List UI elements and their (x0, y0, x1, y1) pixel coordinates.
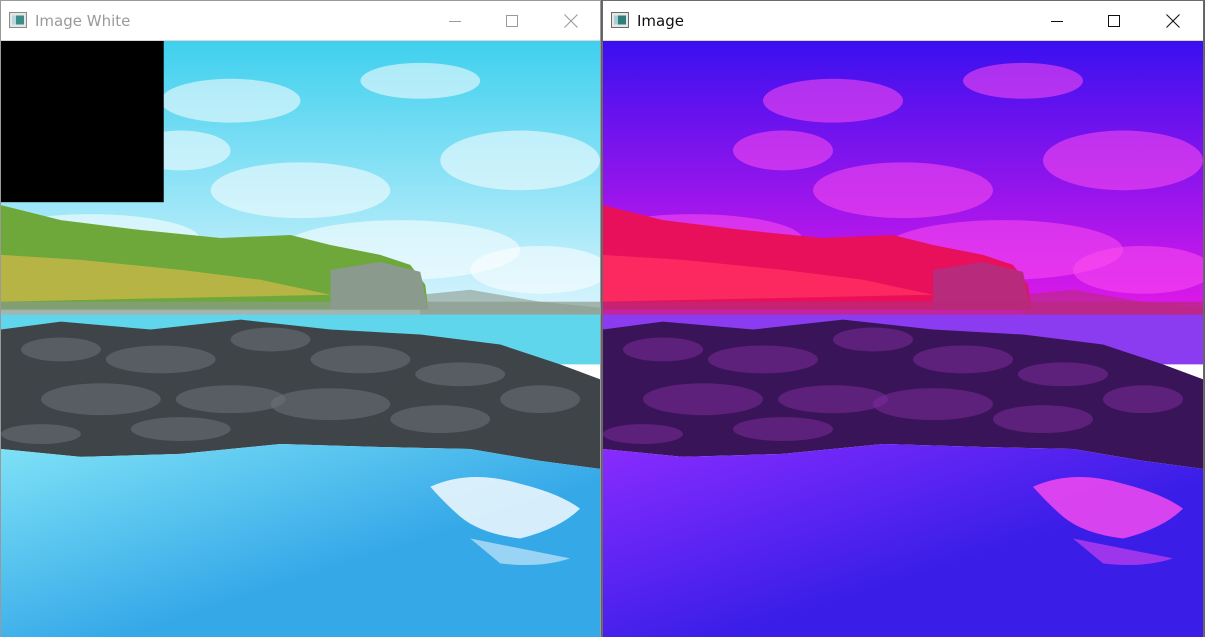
cloud (813, 162, 993, 219)
landscape-image (1, 41, 600, 637)
rock-highlight (175, 385, 286, 414)
rock-highlight (20, 337, 101, 362)
image-white-window: Image White (0, 0, 601, 637)
cloud (733, 130, 833, 171)
rock-highlight (643, 383, 763, 416)
rock-highlight (873, 388, 993, 421)
cloud (210, 162, 391, 219)
app-icon (9, 12, 27, 28)
cloud (440, 130, 600, 191)
rock-highlight (603, 424, 683, 444)
minimize-button[interactable] (426, 1, 484, 40)
window-title: Image (637, 12, 684, 30)
minimize-button[interactable] (1028, 1, 1086, 40)
rock-highlight (1103, 385, 1183, 414)
landscape-image (603, 41, 1203, 637)
image-canvas (603, 41, 1203, 637)
cloud (1043, 130, 1203, 191)
rock-highlight (833, 327, 913, 352)
close-icon (1166, 13, 1180, 28)
rock-highlight (1, 424, 81, 444)
water (1, 443, 600, 637)
close-button[interactable] (542, 1, 600, 40)
minimize-icon (1051, 20, 1063, 22)
close-button[interactable] (1144, 1, 1202, 40)
rock-highlight (993, 405, 1093, 434)
rock-highlight (708, 345, 818, 374)
title-bar[interactable]: Image (603, 1, 1203, 41)
rock-highlight (415, 362, 506, 387)
cloud (963, 62, 1083, 99)
rock-highlight (778, 385, 888, 414)
cloud (360, 62, 481, 99)
window-title: Image White (35, 12, 131, 30)
black-rectangle (1, 41, 164, 203)
rock-highlight (310, 345, 411, 374)
image-canvas (1, 41, 600, 637)
close-icon (564, 13, 578, 28)
maximize-button[interactable] (1085, 1, 1143, 40)
image-window: Image (602, 0, 1204, 637)
water (603, 443, 1203, 637)
rock-highlight (230, 327, 311, 352)
rock-highlight (130, 417, 231, 441)
rock-highlight (733, 417, 833, 441)
rock-highlight (390, 405, 491, 434)
rock-highlight (500, 385, 581, 414)
rock-highlight (623, 337, 703, 362)
maximize-icon (506, 14, 518, 27)
app-icon (611, 12, 629, 28)
cloud (160, 78, 301, 123)
rock-highlight (1018, 362, 1108, 387)
rock-highlight (270, 388, 391, 421)
maximize-icon (1108, 14, 1120, 27)
rock-highlight (40, 383, 161, 416)
rock-highlight (105, 345, 216, 374)
rock-highlight (913, 345, 1013, 374)
maximize-button[interactable] (483, 1, 541, 40)
minimize-icon (449, 20, 461, 22)
title-bar[interactable]: Image White (1, 1, 600, 41)
cloud (763, 78, 903, 123)
